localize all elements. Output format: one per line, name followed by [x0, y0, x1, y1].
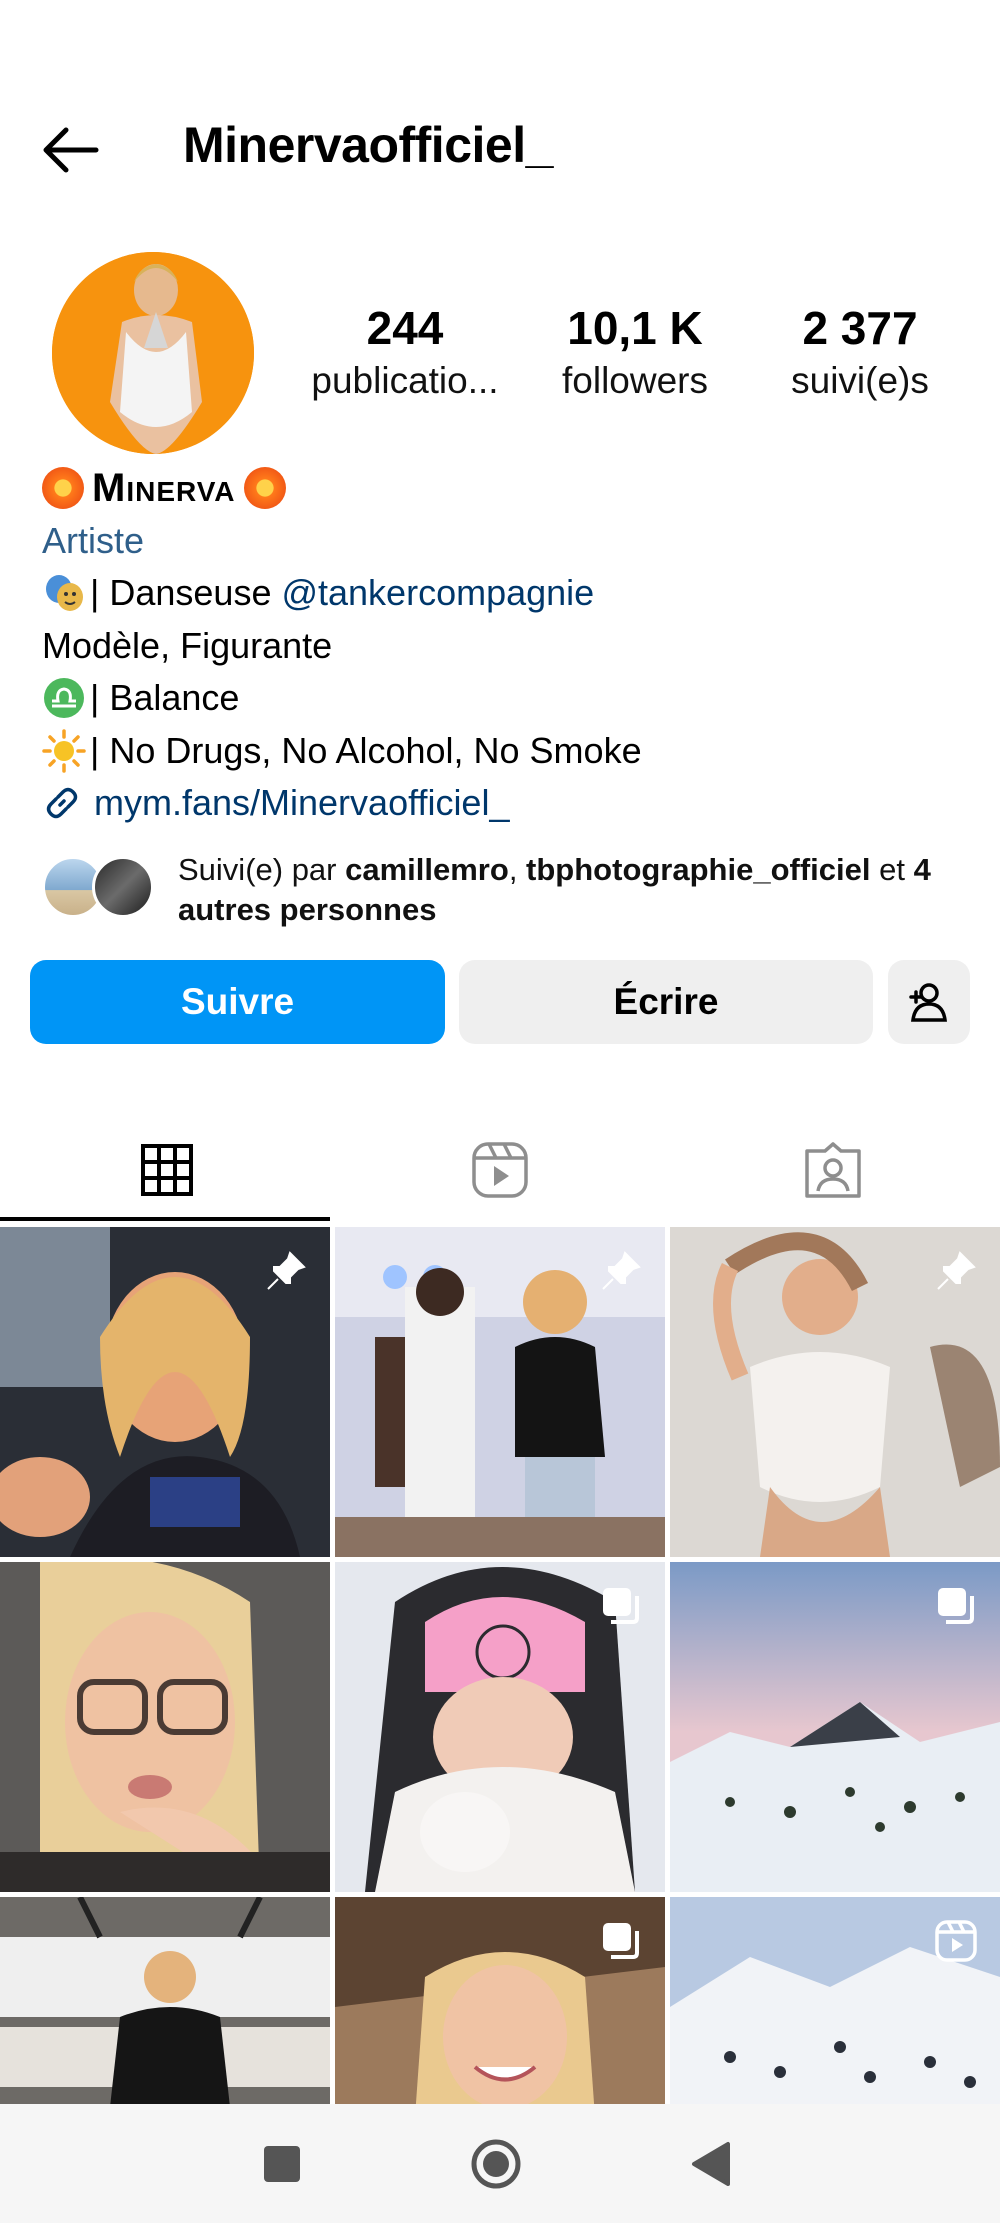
followers-label: followers	[562, 360, 708, 401]
bio-line-2-text: Modèle, Figurante	[42, 624, 333, 666]
post-thumbnail[interactable]	[670, 1897, 1000, 2104]
reel-icon	[935, 1920, 977, 1962]
grid-icon	[140, 1144, 193, 1196]
profile-bio: Minerva Artiste | Danseuse @tankercompag…	[42, 462, 962, 830]
pin-icon	[267, 1251, 306, 1290]
sun-icon	[42, 729, 86, 773]
posts-label: publicatio...	[311, 360, 499, 401]
following-label: suivi(e)s	[791, 360, 929, 401]
post-thumbnail[interactable]	[0, 1562, 330, 1892]
pin-icon	[937, 1251, 976, 1290]
followed-and: et	[870, 852, 914, 887]
followed-prefix: Suivi(e) par	[178, 852, 346, 887]
bio-line-1-text: | Danseuse	[90, 572, 272, 613]
tagged-icon	[804, 1142, 861, 1198]
back-button[interactable]	[40, 124, 100, 176]
followers-count[interactable]: 10,1 K followers	[540, 300, 730, 406]
post-thumbnail[interactable]	[335, 1897, 665, 2104]
tab-reels[interactable]	[333, 1120, 666, 1220]
bio-line-1: | Danseuse @tankercompagnie	[42, 567, 962, 620]
profile-username: Minervaofficiel_	[183, 117, 553, 173]
post-thumbnail[interactable]	[670, 1227, 1000, 1557]
follow-button[interactable]: Suivre	[30, 960, 445, 1044]
message-button[interactable]: Écrire	[459, 960, 873, 1044]
system-navigation-bar	[0, 2104, 1000, 2223]
flower-icon	[42, 467, 84, 510]
profile-stats: 244 publicatio... 10,1 K followers 2 377…	[300, 300, 960, 420]
circle-icon	[471, 2139, 521, 2189]
recent-apps-button[interactable]	[250, 2132, 314, 2196]
profile-tabs	[0, 1120, 1000, 1220]
follower-avatar	[92, 856, 154, 918]
followed-user-2[interactable]: tbphotographie_officiel	[526, 852, 870, 887]
bio-line-4: | No Drugs, No Alcohol, No Smoke	[42, 725, 962, 778]
posts-value: 244	[366, 302, 444, 354]
profile-avatar[interactable]	[52, 252, 254, 454]
mention-link[interactable]: @tankercompagnie	[281, 567, 594, 620]
pin-icon	[602, 1251, 641, 1290]
bio-line-2: Modèle, Figurante	[42, 620, 962, 673]
active-tab-indicator	[0, 1217, 330, 1221]
posts-count[interactable]: 244 publicatio...	[300, 300, 510, 406]
followed-by-text: Suivi(e) par camillemro, tbphotographie_…	[178, 850, 998, 930]
tab-posts[interactable]	[0, 1120, 333, 1220]
carousel-icon	[603, 1923, 639, 1959]
triangle-back-icon	[692, 2142, 730, 2186]
system-back-button[interactable]	[680, 2132, 744, 2196]
followed-separator: ,	[508, 852, 527, 887]
square-icon	[264, 2146, 300, 2182]
bio-line-4-text: | No Drugs, No Alcohol, No Smoke	[90, 729, 642, 771]
tab-tagged[interactable]	[666, 1120, 999, 1220]
bio-category-row: Artiste	[42, 515, 962, 568]
bio-link-row[interactable]: mym.fans/Minervaofficiel_	[42, 777, 962, 830]
profile-category: Artiste	[42, 519, 145, 561]
profile-header: Minervaofficiel_	[0, 110, 1000, 190]
bio-name-row: Minerva	[42, 462, 962, 515]
followed-user-1[interactable]: camillemro	[345, 852, 509, 887]
suggest-users-button[interactable]	[888, 960, 970, 1044]
post-thumbnail[interactable]	[670, 1562, 1000, 1892]
back-arrow-icon	[43, 127, 99, 173]
display-name: Minerva	[92, 466, 236, 510]
bio-line-3: | Balance	[42, 672, 962, 725]
following-count[interactable]: 2 377 suivi(e)s	[760, 300, 960, 406]
post-thumbnail[interactable]	[0, 1897, 330, 2104]
external-link[interactable]: mym.fans/Minervaofficiel_	[94, 777, 509, 830]
libra-icon	[44, 678, 84, 719]
followers-value: 10,1 K	[567, 302, 703, 354]
home-button[interactable]	[464, 2132, 528, 2196]
link-icon	[46, 788, 78, 819]
post-thumbnail[interactable]	[335, 1562, 665, 1892]
followed-by-section[interactable]: Suivi(e) par camillemro, tbphotographie_…	[42, 850, 972, 930]
post-thumbnail[interactable]	[335, 1227, 665, 1557]
carousel-icon	[938, 1588, 974, 1624]
flower-icon	[243, 467, 286, 510]
avatar-photo	[52, 252, 254, 454]
add-person-icon	[909, 983, 947, 1022]
carousel-icon	[603, 1588, 639, 1624]
reels-icon	[471, 1142, 528, 1198]
posts-grid	[0, 1227, 1000, 2104]
theater-masks-icon	[46, 575, 83, 612]
following-value: 2 377	[802, 302, 918, 354]
post-thumbnail[interactable]	[0, 1227, 330, 1557]
bio-line-3-text: | Balance	[90, 677, 240, 718]
